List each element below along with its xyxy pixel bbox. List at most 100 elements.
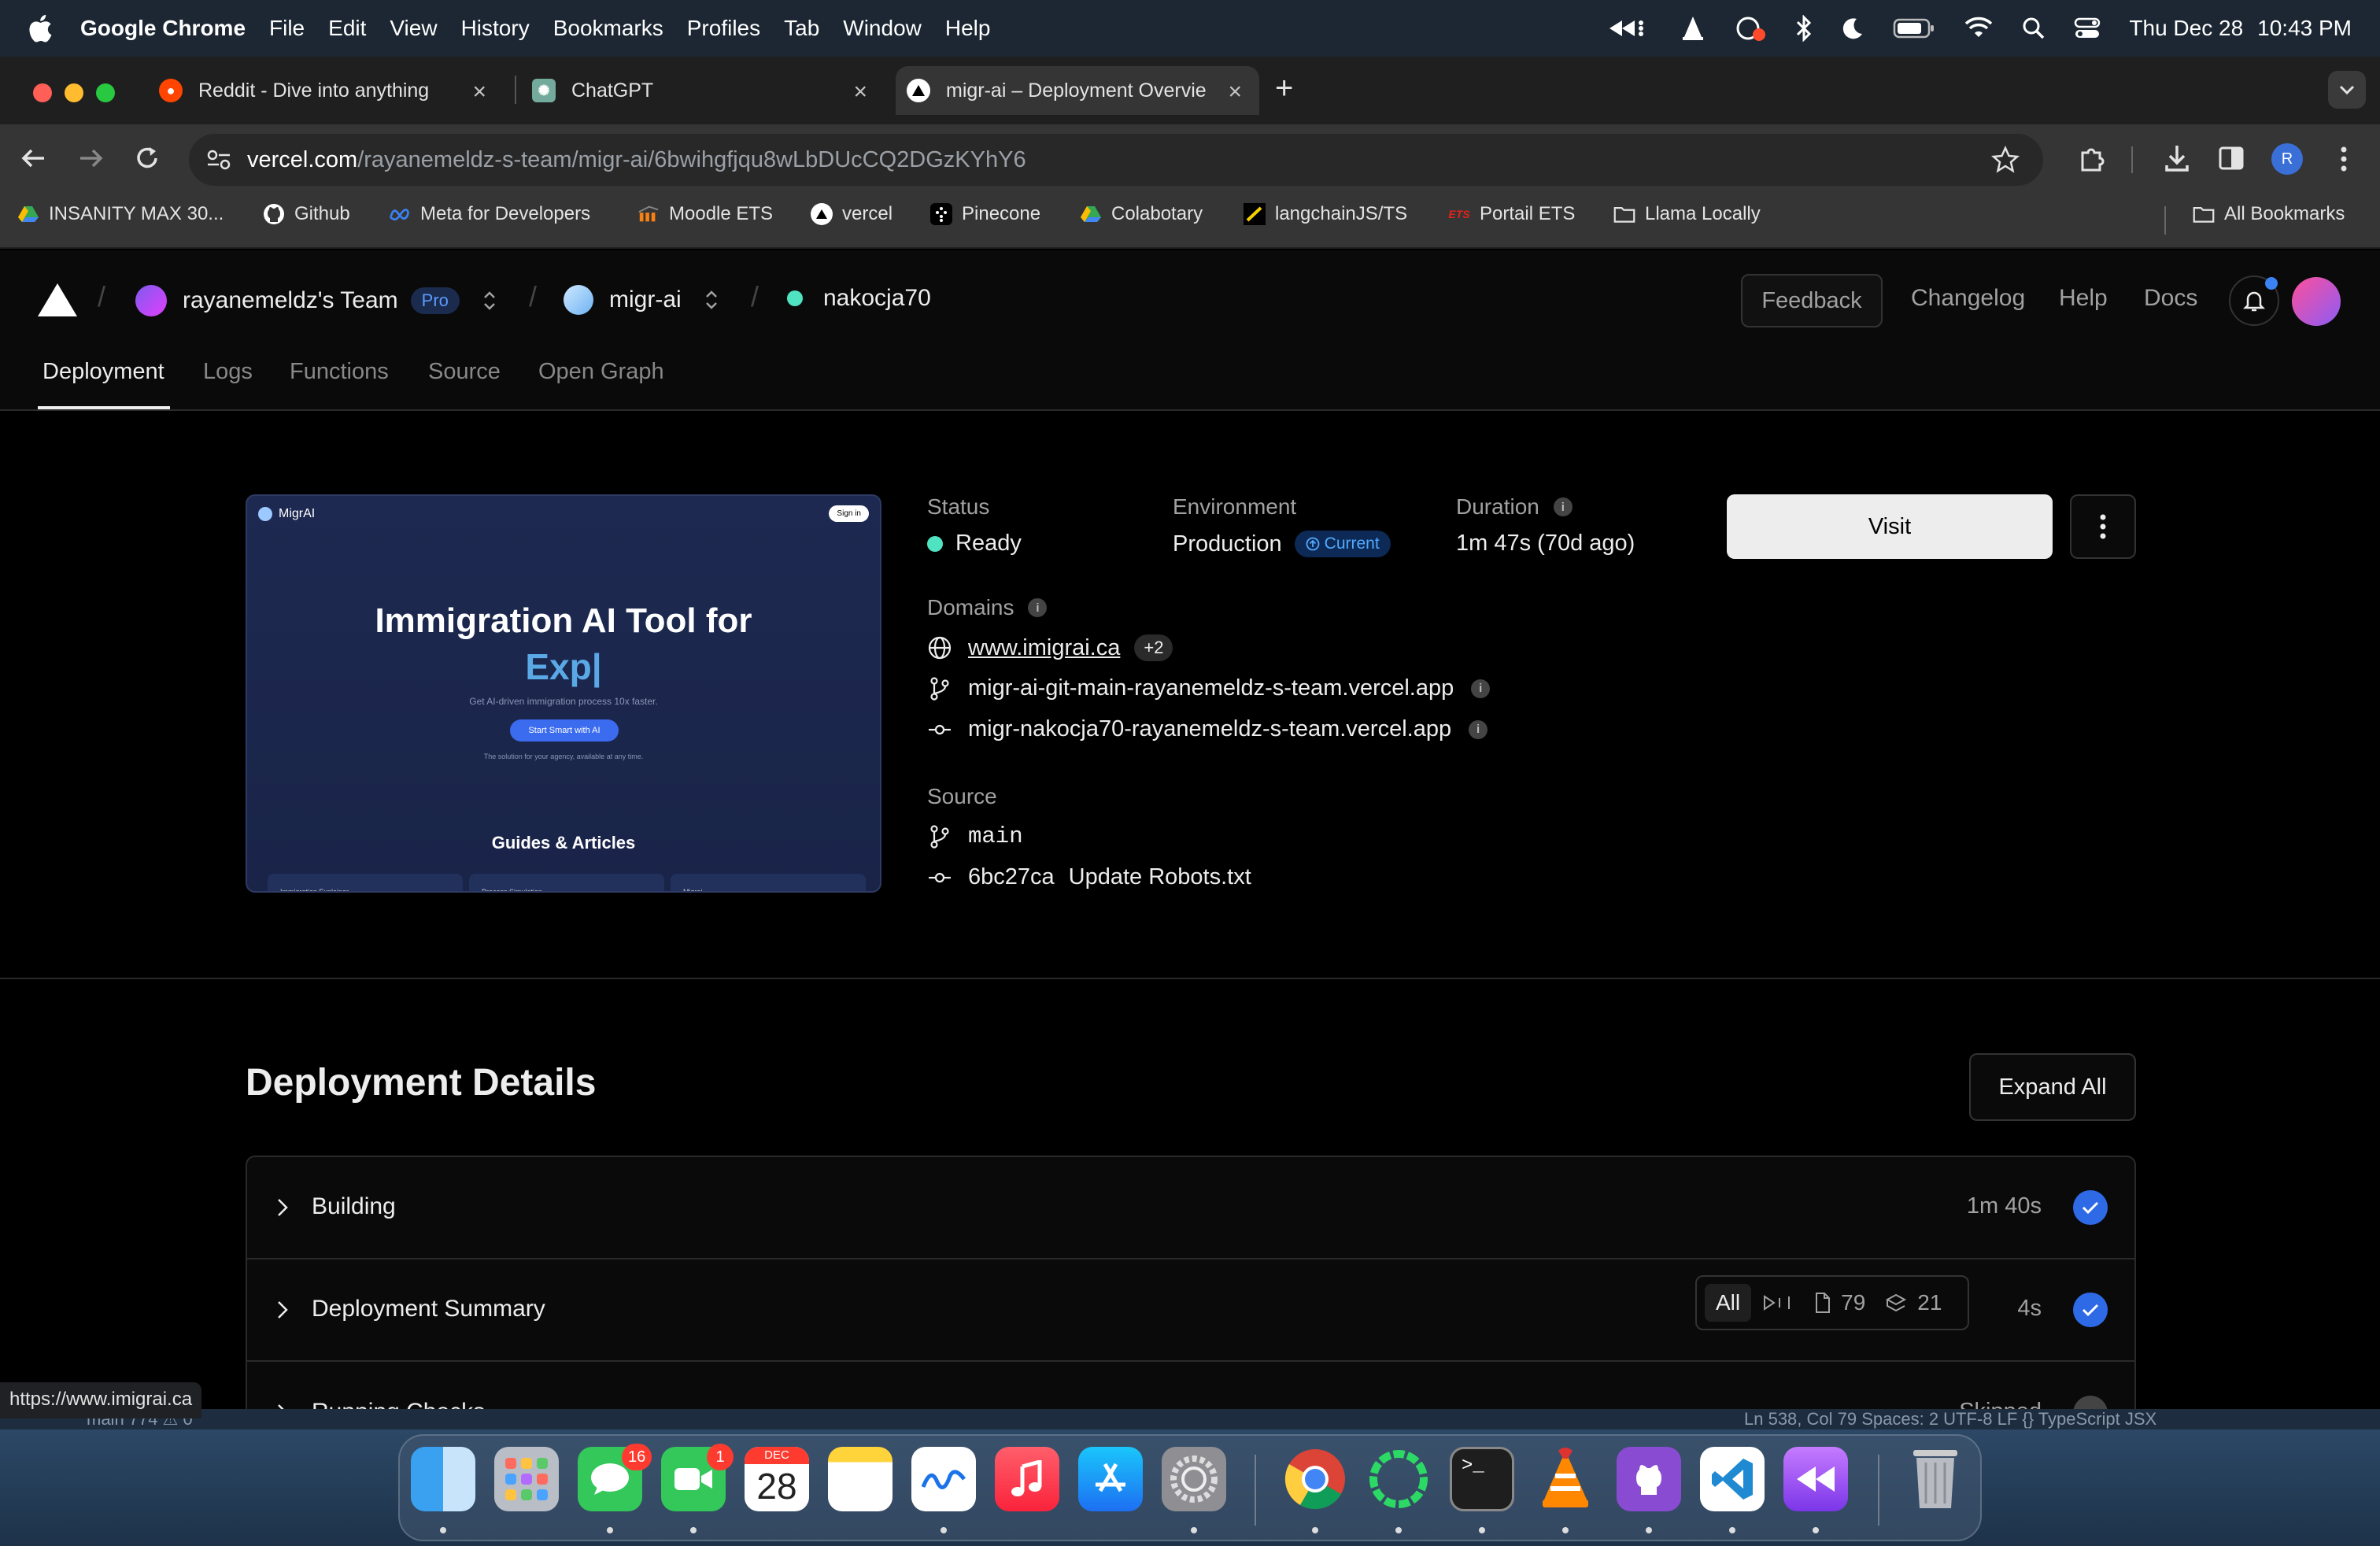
bookmark-colabotary[interactable]: Colabotary — [1080, 203, 1203, 225]
freeform-icon[interactable] — [911, 1447, 976, 1511]
menu-window[interactable]: Window — [843, 16, 922, 41]
menu-view[interactable]: View — [390, 16, 437, 41]
window-close-button[interactable] — [33, 83, 52, 102]
tab-search-button[interactable] — [2328, 71, 2366, 109]
close-tab-icon[interactable]: × — [472, 79, 486, 105]
menu-file[interactable]: File — [269, 16, 305, 41]
notes-icon[interactable] — [828, 1447, 893, 1511]
vscode-icon[interactable] — [1700, 1447, 1765, 1511]
bookmark-star-icon[interactable] — [1991, 146, 2020, 174]
app-store-icon[interactable] — [1078, 1447, 1143, 1511]
bookmark-portail-ets[interactable]: ETS Portail ETS — [1448, 203, 1575, 225]
file-icon[interactable] — [1814, 1292, 1831, 1314]
bookmark-moodle[interactable]: Moodle ETS — [638, 203, 773, 225]
deployment-preview-screenshot[interactable]: MigrAI Sign in Immigration AI Tool for E… — [246, 494, 881, 893]
selector-chevrons-icon[interactable] — [482, 289, 497, 313]
info-icon[interactable]: i — [1469, 719, 1488, 739]
back-arrow-icon[interactable] — [20, 146, 47, 170]
tab-deployment[interactable]: Deployment — [42, 359, 164, 385]
bookmark-pinecone[interactable]: Pinecone — [930, 203, 1040, 225]
details-row-deployment-summary[interactable]: Deployment Summary All 79 21 4s — [247, 1259, 2134, 1362]
launchpad-icon[interactable] — [494, 1447, 559, 1511]
close-tab-icon[interactable]: × — [853, 79, 867, 105]
tab-functions[interactable]: Functions — [290, 359, 389, 385]
chrome-icon[interactable] — [1283, 1447, 1347, 1511]
music-icon[interactable] — [995, 1447, 1059, 1511]
user-avatar[interactable] — [2292, 277, 2341, 326]
info-icon[interactable]: i — [1471, 679, 1491, 698]
project-switcher[interactable]: migr-ai — [564, 285, 719, 315]
battery-icon[interactable] — [1893, 17, 1935, 39]
middleware-icon[interactable] — [1762, 1293, 1794, 1312]
branch-domain-link[interactable]: migr-ai-git-main-rayanemeldz-s-team.verc… — [968, 675, 1454, 701]
tab-reddit[interactable]: ● Reddit - Dive into anything × — [150, 66, 504, 115]
vercel-logo-icon[interactable] — [36, 282, 79, 318]
focus-moon-icon[interactable] — [1841, 17, 1864, 40]
window-minimize-button[interactable] — [65, 83, 83, 102]
changelog-link[interactable]: Changelog — [1911, 285, 2025, 312]
extensions-puzzle-icon[interactable] — [2078, 145, 2106, 173]
download-icon[interactable] — [2163, 143, 2191, 173]
visit-button[interactable]: Visit — [1727, 494, 2053, 559]
close-tab-icon[interactable]: × — [1228, 79, 1242, 105]
menu-edit[interactable]: Edit — [328, 16, 366, 41]
details-row-building[interactable]: Building 1m 40s — [247, 1157, 2134, 1259]
tab-chatgpt[interactable]: ✺ ChatGPT × — [523, 66, 885, 115]
menubar-clock[interactable]: Thu Dec 28 10:43 PM — [2129, 16, 2352, 41]
docs-link[interactable]: Docs — [2144, 285, 2197, 312]
menu-tab[interactable]: Tab — [784, 16, 819, 41]
info-icon[interactable]: i — [1028, 598, 1048, 617]
source-branch[interactable]: main — [968, 823, 1023, 849]
filter-all[interactable]: All — [1705, 1284, 1752, 1322]
chrome-profile-avatar[interactable]: R — [2271, 143, 2303, 175]
deployment-crumb[interactable]: nakocja70 — [787, 285, 931, 312]
tab-vercel-active[interactable]: migr-ai – Deployment Overvie × — [896, 66, 1259, 115]
tab-open-graph[interactable]: Open Graph — [538, 359, 664, 385]
apple-icon[interactable] — [25, 13, 54, 44]
window-zoom-button[interactable] — [96, 83, 115, 102]
all-bookmarks-button[interactable]: All Bookmarks — [2193, 203, 2345, 225]
menu-app-name[interactable]: Google Chrome — [80, 16, 246, 41]
primary-domain-link[interactable]: www.imigrai.ca — [968, 635, 1120, 661]
bookmark-llama-locally[interactable]: Llama Locally — [1613, 203, 1761, 225]
menu-history[interactable]: History — [461, 16, 530, 41]
more-actions-button[interactable] — [2070, 494, 2136, 559]
bluetooth-icon[interactable] — [1795, 15, 1813, 42]
expand-all-button[interactable]: Expand All — [1969, 1053, 2136, 1121]
serverless-function-icon[interactable] — [1884, 1292, 1908, 1314]
menu-profiles[interactable]: Profiles — [687, 16, 760, 41]
tab-logs[interactable]: Logs — [203, 359, 253, 385]
activity-ring-app-icon[interactable] — [1366, 1447, 1431, 1511]
tab-source[interactable]: Source — [428, 359, 501, 385]
bookmark-insanity[interactable]: INSANITY MAX 30... — [17, 203, 224, 225]
feedback-button[interactable]: Feedback — [1741, 274, 1883, 327]
info-icon[interactable]: i — [1553, 497, 1572, 516]
menu-help[interactable]: Help — [945, 16, 991, 41]
selector-chevrons-icon[interactable] — [704, 288, 719, 312]
vlc-icon[interactable] — [1533, 1447, 1598, 1511]
vlc-menu-icon[interactable] — [1680, 15, 1706, 42]
site-info-icon[interactable] — [206, 149, 231, 171]
commit-message[interactable]: Update Robots.txt — [1069, 864, 1251, 890]
team-switcher[interactable]: rayanemeldz's Team Pro — [135, 285, 497, 316]
rewind-audio-icon[interactable] — [1608, 17, 1652, 40]
spotlight-search-icon[interactable] — [2022, 17, 2046, 40]
terminal-icon[interactable]: >_ — [1450, 1447, 1514, 1511]
side-panel-icon[interactable] — [2218, 145, 2245, 172]
bookmark-meta[interactable]: Meta for Developers — [389, 203, 590, 225]
commit-hash[interactable]: 6bc27ca — [968, 864, 1055, 890]
new-tab-icon[interactable]: + — [1275, 71, 1293, 106]
system-settings-icon[interactable] — [1162, 1447, 1226, 1511]
trash-icon[interactable] — [1903, 1447, 1968, 1511]
bookmark-langchain[interactable]: langchainJS/TS — [1244, 203, 1407, 225]
cloud-sync-icon[interactable] — [1734, 14, 1767, 43]
rewind-app-icon[interactable] — [1783, 1447, 1848, 1511]
wifi-icon[interactable] — [1964, 17, 1994, 40]
help-link[interactable]: Help — [2059, 285, 2108, 312]
forward-arrow-icon[interactable] — [77, 146, 104, 170]
bookmark-github[interactable]: Github — [263, 203, 350, 225]
menu-bookmarks[interactable]: Bookmarks — [553, 16, 663, 41]
reload-icon[interactable] — [134, 145, 161, 172]
calendar-icon[interactable]: DEC 28 — [745, 1447, 809, 1511]
address-bar[interactable]: vercel.com/rayanemeldz-s-team/migr-ai/6b… — [189, 134, 2043, 186]
